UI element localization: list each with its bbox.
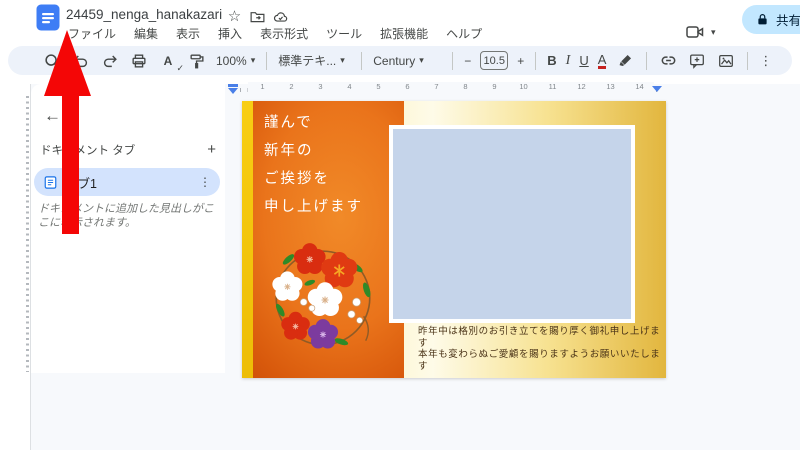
toolbar-separator <box>747 51 749 70</box>
paragraph-style-control[interactable]: 標準テキ... ▾ <box>278 52 350 69</box>
toolbar-separator <box>361 51 363 70</box>
top-bar: 24459_nenga_hanakazari ☆ ファイル 編集 表示 挿入 表示形式ツ… <box>0 0 800 44</box>
menu-item[interactable]: 挿入 <box>214 24 246 43</box>
ruler-numbers: 1 2 3 4 5 6 7 8 9 10 11 12 13 14 <box>248 82 654 92</box>
ruler-number: 1 <box>248 82 277 92</box>
greeting-text: 謹んで新年のご挨拶を申し上げます <box>264 109 363 221</box>
menu-item[interactable]: 表示 <box>172 24 204 43</box>
greeting-line: 新年の <box>264 143 314 159</box>
vertical-ruler-ticks <box>26 96 29 372</box>
ruler-number: 5 <box>364 82 393 92</box>
star-icon[interactable]: ☆ <box>226 8 243 25</box>
zoom-value: 100% <box>216 53 247 68</box>
menu-bar: ファイル 編集 表示 挿入 表示形式 ツール 拡張機能 ヘルプ <box>64 24 486 43</box>
tab-options-kebab-icon[interactable]: ⋮ <box>199 175 211 189</box>
card-message-text: 昨年中は格別のお引き立てを賜り厚く御礼申し上げます 本年も変わらぬご愛顧を賜ります… <box>418 327 666 373</box>
print-icon[interactable] <box>129 51 149 71</box>
ruler-number: 11 <box>538 82 567 92</box>
move-folder-icon[interactable] <box>249 8 266 25</box>
lock-icon <box>758 14 767 25</box>
zoom-caret-icon: ▾ <box>250 55 256 65</box>
google-docs-logo-icon[interactable] <box>36 4 60 31</box>
toolbar-separator <box>266 51 268 70</box>
zoom-control[interactable]: 100% ▾ <box>216 54 255 68</box>
tab-item-tab1[interactable]: タブ1 ⋮ <box>34 168 220 196</box>
redo-icon[interactable] <box>100 51 120 71</box>
ruler-number: 6 <box>393 82 422 92</box>
tab-label: タブ1 <box>65 176 97 191</box>
greeting-line: 申し上げます <box>264 199 363 215</box>
share-button[interactable]: 共有 <box>742 5 800 34</box>
search-icon[interactable] <box>42 51 62 71</box>
toolbar-separator <box>646 51 648 70</box>
highlight-color-icon[interactable] <box>615 51 635 71</box>
more-options-kebab-icon[interactable]: ⋮ <box>759 53 772 69</box>
ruler-number: 13 <box>596 82 625 92</box>
insert-image-icon[interactable] <box>716 51 736 71</box>
insert-link-icon[interactable] <box>658 51 678 71</box>
paragraph-style-value: 標準テキ... <box>278 54 337 68</box>
italic-button[interactable]: I <box>566 53 571 69</box>
first-line-indent-marker[interactable] <box>228 84 238 87</box>
document-tabs-panel: ← ドキュメント タブ + タブ1 ⋮ ドキュメントに追加した見出しがこ こに表… <box>31 84 225 373</box>
add-comment-icon[interactable] <box>687 51 707 71</box>
ruler-number: 4 <box>335 82 364 92</box>
font-family-value: Century <box>373 53 416 68</box>
flower-wreath-illustration <box>272 243 371 349</box>
photo-placeholder[interactable] <box>389 125 635 323</box>
document-tabs-header: ドキュメント タブ <box>40 144 136 157</box>
ruler-number: 7 <box>422 82 451 92</box>
tabs-helper-text: ドキュメントに追加した見出しがこ こに表示されます。 <box>38 203 214 229</box>
menu-item[interactable]: ツール <box>322 24 366 43</box>
menu-item[interactable]: ヘルプ <box>442 24 486 43</box>
greeting-line: 謹んで <box>264 115 313 131</box>
cloud-saved-icon[interactable] <box>272 8 289 25</box>
font-caret-icon: ▾ <box>419 55 424 65</box>
font-family-control[interactable]: Century ▾ <box>373 54 441 68</box>
menu-item[interactable]: 表示形式 <box>256 24 312 43</box>
tab-document-icon <box>44 175 57 189</box>
spellcheck-icon[interactable]: A ✓ <box>158 51 184 73</box>
add-tab-icon[interactable]: + <box>207 141 216 158</box>
menu-item[interactable]: ファイル <box>64 24 120 43</box>
ruler-number: 12 <box>567 82 596 92</box>
message-line: 昨年中は格別のお引き立てを賜り厚く御礼申し上げます <box>418 327 661 349</box>
document-page[interactable]: 謹んで 新年の ご挨拶を 申し上げます 昨年中は格別のお引き立てを賜り厚く御礼申… <box>242 101 666 378</box>
ruler-number: 14 <box>625 82 654 92</box>
font-size-field[interactable]: 10.5 <box>480 51 509 70</box>
greeting-line: ご挨拶を <box>264 171 330 187</box>
toolbar: A ✓ 100% ▾ 標準テキ... ▾ Century ▾ − 10.5 + B… <box>8 46 792 75</box>
card-yellow-band <box>242 101 253 378</box>
document-title[interactable]: 24459_nenga_hanakazari <box>66 7 222 22</box>
right-margin-marker-icon[interactable] <box>652 86 662 92</box>
paint-format-icon[interactable] <box>187 51 207 71</box>
text-color-button[interactable]: A <box>597 53 607 69</box>
ruler-number: 2 <box>277 82 306 92</box>
underline-button[interactable]: U <box>579 53 588 68</box>
undo-icon[interactable] <box>71 51 91 71</box>
ruler-number: 8 <box>451 82 480 92</box>
share-button-label: 共有 <box>776 14 800 28</box>
meet-dropdown-caret-icon[interactable]: ▾ <box>711 27 716 38</box>
bold-button[interactable]: B <box>547 53 556 68</box>
meet-camera-icon[interactable] <box>684 21 706 43</box>
font-size-increase-button[interactable]: + <box>517 54 524 68</box>
close-panel-back-icon[interactable]: ← <box>44 106 61 126</box>
toolbar-separator <box>452 51 454 70</box>
style-caret-icon: ▾ <box>340 55 345 65</box>
message-line: 本年も変わらぬご愛顧を賜りますようお願いいたします <box>418 350 661 372</box>
ruler-number: 9 <box>480 82 509 92</box>
left-margin-marker-icon[interactable] <box>228 88 238 94</box>
ruler-number: 3 <box>306 82 335 92</box>
font-size-decrease-button[interactable]: − <box>464 54 471 68</box>
menu-item[interactable]: 編集 <box>130 24 162 43</box>
toolbar-separator <box>535 51 537 70</box>
menu-item[interactable]: 拡張機能 <box>376 24 432 43</box>
ruler-number: 10 <box>509 82 538 92</box>
